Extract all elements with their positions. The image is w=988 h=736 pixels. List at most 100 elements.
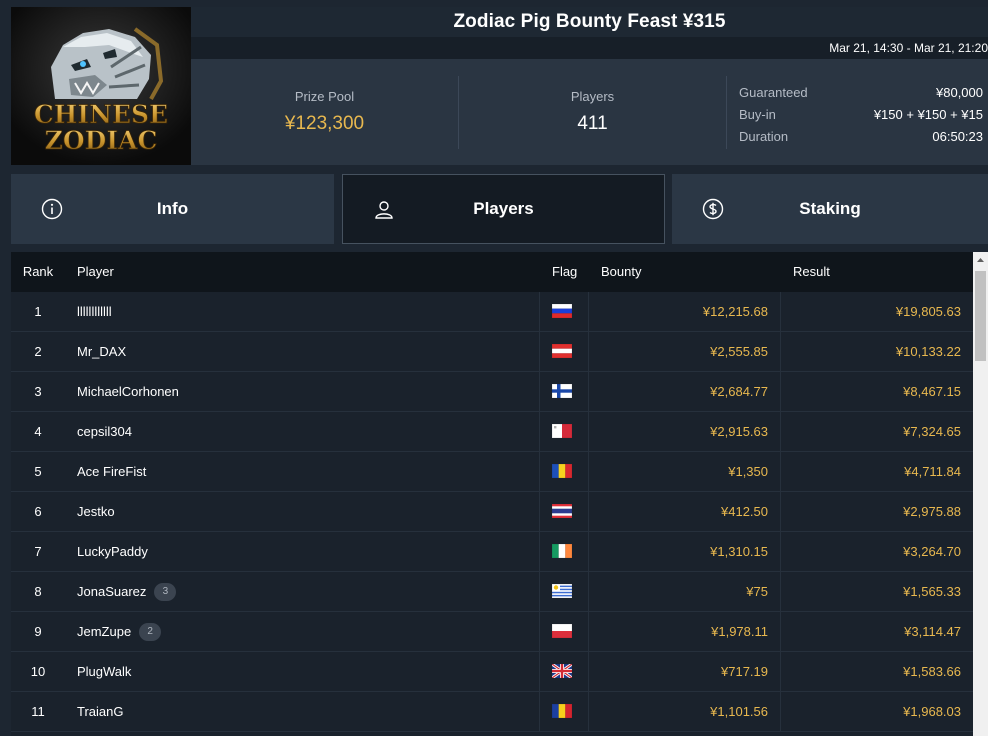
- player-cell[interactable]: Ace FireFist: [77, 452, 146, 492]
- flag-cell: [539, 652, 589, 692]
- column-header-rank[interactable]: Rank: [11, 252, 65, 292]
- tournament-title: Zodiac Pig Bounty Feast ¥315: [453, 11, 726, 32]
- table-row[interactable]: 4 cepsil304 ¥2,915.63 ¥7,324.65: [11, 412, 973, 452]
- bounty-cell: ¥412.50: [589, 492, 781, 532]
- chevron-up-icon: [977, 258, 984, 262]
- player-badge: 3: [154, 582, 177, 601]
- flag-cell: [539, 372, 589, 412]
- detail-label: Guaranteed: [739, 84, 808, 100]
- bounty-cell: ¥75: [589, 572, 781, 612]
- rank-cell: 7: [34, 544, 42, 559]
- column-header-player[interactable]: Player: [77, 252, 114, 292]
- table-scrollbar[interactable]: [973, 252, 988, 736]
- bounty-cell: ¥2,555.85: [589, 332, 781, 372]
- rank-cell: 10: [30, 664, 46, 679]
- logo-text-line2: ZODIAC: [45, 126, 158, 155]
- player-cell[interactable]: cepsil304: [77, 412, 132, 452]
- detail-row-guaranteed: Guaranteed ¥80,000: [739, 81, 983, 103]
- result-cell: ¥7,324.65: [903, 424, 961, 439]
- players-label: Players: [570, 89, 615, 104]
- tab-players-label: Players: [473, 199, 534, 218]
- result-cell: ¥1,565.33: [903, 584, 961, 599]
- result-cell: ¥1,583.66: [903, 664, 961, 679]
- rank-cell: 6: [34, 504, 42, 519]
- flag-cell: [539, 412, 589, 452]
- result-cell: ¥19,805.63: [895, 304, 961, 319]
- table-row[interactable]: 11 TraianG ¥1,101.56 ¥1,968.03: [11, 692, 973, 732]
- player-cell[interactable]: PlugWalk: [77, 652, 131, 692]
- players-stat: Players 411: [459, 59, 726, 165]
- detail-row-duration: Duration 06:50:23: [739, 125, 983, 147]
- player-cell[interactable]: JemZupe 2: [77, 612, 162, 652]
- table-row[interactable]: 5 Ace FireFist ¥1,350 ¥4,711.84: [11, 452, 973, 492]
- table-row[interactable]: 6 Jestko ¥412.50 ¥2,975.88: [11, 492, 973, 532]
- tournament-logo: CHINESE ZODIAC: [11, 7, 191, 165]
- player-cell[interactable]: JonaSuarez 3: [77, 572, 177, 612]
- table-row[interactable]: 8 JonaSuarez 3 ¥75 ¥1,565.33: [11, 572, 973, 612]
- prize-pool-label: Prize Pool: [294, 89, 355, 104]
- rank-cell: 11: [31, 704, 45, 719]
- tab-staking[interactable]: Staking: [672, 174, 988, 244]
- scrollbar-thumb[interactable]: [975, 271, 986, 361]
- player-name: Jestko: [77, 504, 115, 519]
- info-icon: [41, 198, 63, 220]
- result-cell: ¥8,467.15: [903, 384, 961, 399]
- column-header-bounty[interactable]: Bounty: [601, 252, 641, 292]
- tournament-dates: Mar 21, 14:30 - Mar 21, 21:20: [829, 41, 988, 55]
- result-cell: ¥1,968.03: [903, 704, 961, 719]
- tab-info[interactable]: Info: [11, 174, 334, 244]
- flag-cell: [539, 292, 589, 332]
- detail-label: Buy-in: [739, 106, 776, 122]
- result-cell: ¥3,114.47: [904, 624, 961, 639]
- result-cell: ¥3,264.70: [903, 544, 961, 559]
- tab-info-label: Info: [156, 199, 189, 218]
- bounty-cell: ¥2,915.63: [589, 412, 781, 452]
- tab-players[interactable]: Players: [342, 174, 665, 244]
- table-row[interactable]: 7 LuckyPaddy ¥1,310.15 ¥3,264.70: [11, 532, 973, 572]
- table-row[interactable]: 1 llllllllllll ¥12,215.68 ¥19,805.63: [11, 292, 973, 332]
- scroll-up-button[interactable]: [973, 252, 988, 269]
- player-name: Ace FireFist: [77, 464, 147, 479]
- player-cell[interactable]: TraianG: [77, 692, 123, 732]
- flag-cell: [539, 612, 589, 652]
- table-row[interactable]: 3 MichaelCorhonen ¥2,684.77 ¥8,467.15: [11, 372, 973, 412]
- flag-cell: [539, 532, 589, 572]
- player-cell[interactable]: MichaelCorhonen: [77, 372, 179, 412]
- player-name: JemZupe: [77, 624, 132, 639]
- column-header-result[interactable]: Result: [793, 252, 830, 292]
- player-name: Mr_DAX: [77, 344, 127, 359]
- result-cell: ¥10,133.22: [895, 344, 961, 359]
- player-cell[interactable]: Jestko: [77, 492, 115, 532]
- players-value: 411: [577, 113, 608, 134]
- table-row[interactable]: 2 Mr_DAX ¥2,555.85 ¥10,133.22: [11, 332, 973, 372]
- table-row[interactable]: 9 JemZupe 2 ¥1,978.11 ¥3,114.47: [11, 612, 973, 652]
- player-name: LuckyPaddy: [77, 544, 148, 559]
- player-cell[interactable]: Mr_DAX: [77, 332, 126, 372]
- column-header-flag[interactable]: Flag: [552, 252, 577, 292]
- player-cell[interactable]: llllllllllll: [77, 292, 112, 332]
- title-bar: Zodiac Pig Bounty Feast ¥315: [191, 7, 988, 37]
- result-cell: ¥2,975.88: [903, 504, 961, 519]
- detail-row-buy-in: Buy-in ¥150 + ¥150 + ¥15: [739, 103, 983, 125]
- flag-cell: [539, 452, 589, 492]
- bounty-cell: ¥12,215.68: [589, 292, 781, 332]
- rank-cell: 4: [34, 424, 42, 439]
- rank-cell: 3: [34, 384, 42, 399]
- table-body: 1 llllllllllll ¥12,215.68 ¥19,805.63 2 Mr_DAX…: [11, 292, 973, 732]
- rank-cell: 5: [34, 464, 42, 479]
- tournament-lobby: CHINESE ZODIAC Zodiac Pig Bounty Feast ¥…: [0, 0, 988, 736]
- player-name: PlugWalk: [77, 664, 132, 679]
- detail-value: ¥80,000: [936, 84, 983, 100]
- player-name: llllllllllll: [77, 304, 112, 319]
- result-cell: ¥4,711.84: [904, 464, 961, 479]
- player-badge: 2: [139, 622, 162, 641]
- player-cell[interactable]: LuckyPaddy: [77, 532, 148, 572]
- player-name: TraianG: [77, 704, 124, 719]
- prize-pool-stat: Prize Pool ¥123,300: [191, 59, 458, 165]
- table-row[interactable]: 10 PlugWalk ¥717.19 ¥1,583.66: [11, 652, 973, 692]
- prize-pool-value: ¥123,300: [284, 113, 365, 134]
- date-bar: Mar 21, 14:30 - Mar 21, 21:20: [191, 37, 988, 59]
- flag-cell: [539, 572, 589, 612]
- logo-text-line1: CHINESE: [34, 100, 168, 129]
- player-name: JonaSuarez: [77, 584, 147, 599]
